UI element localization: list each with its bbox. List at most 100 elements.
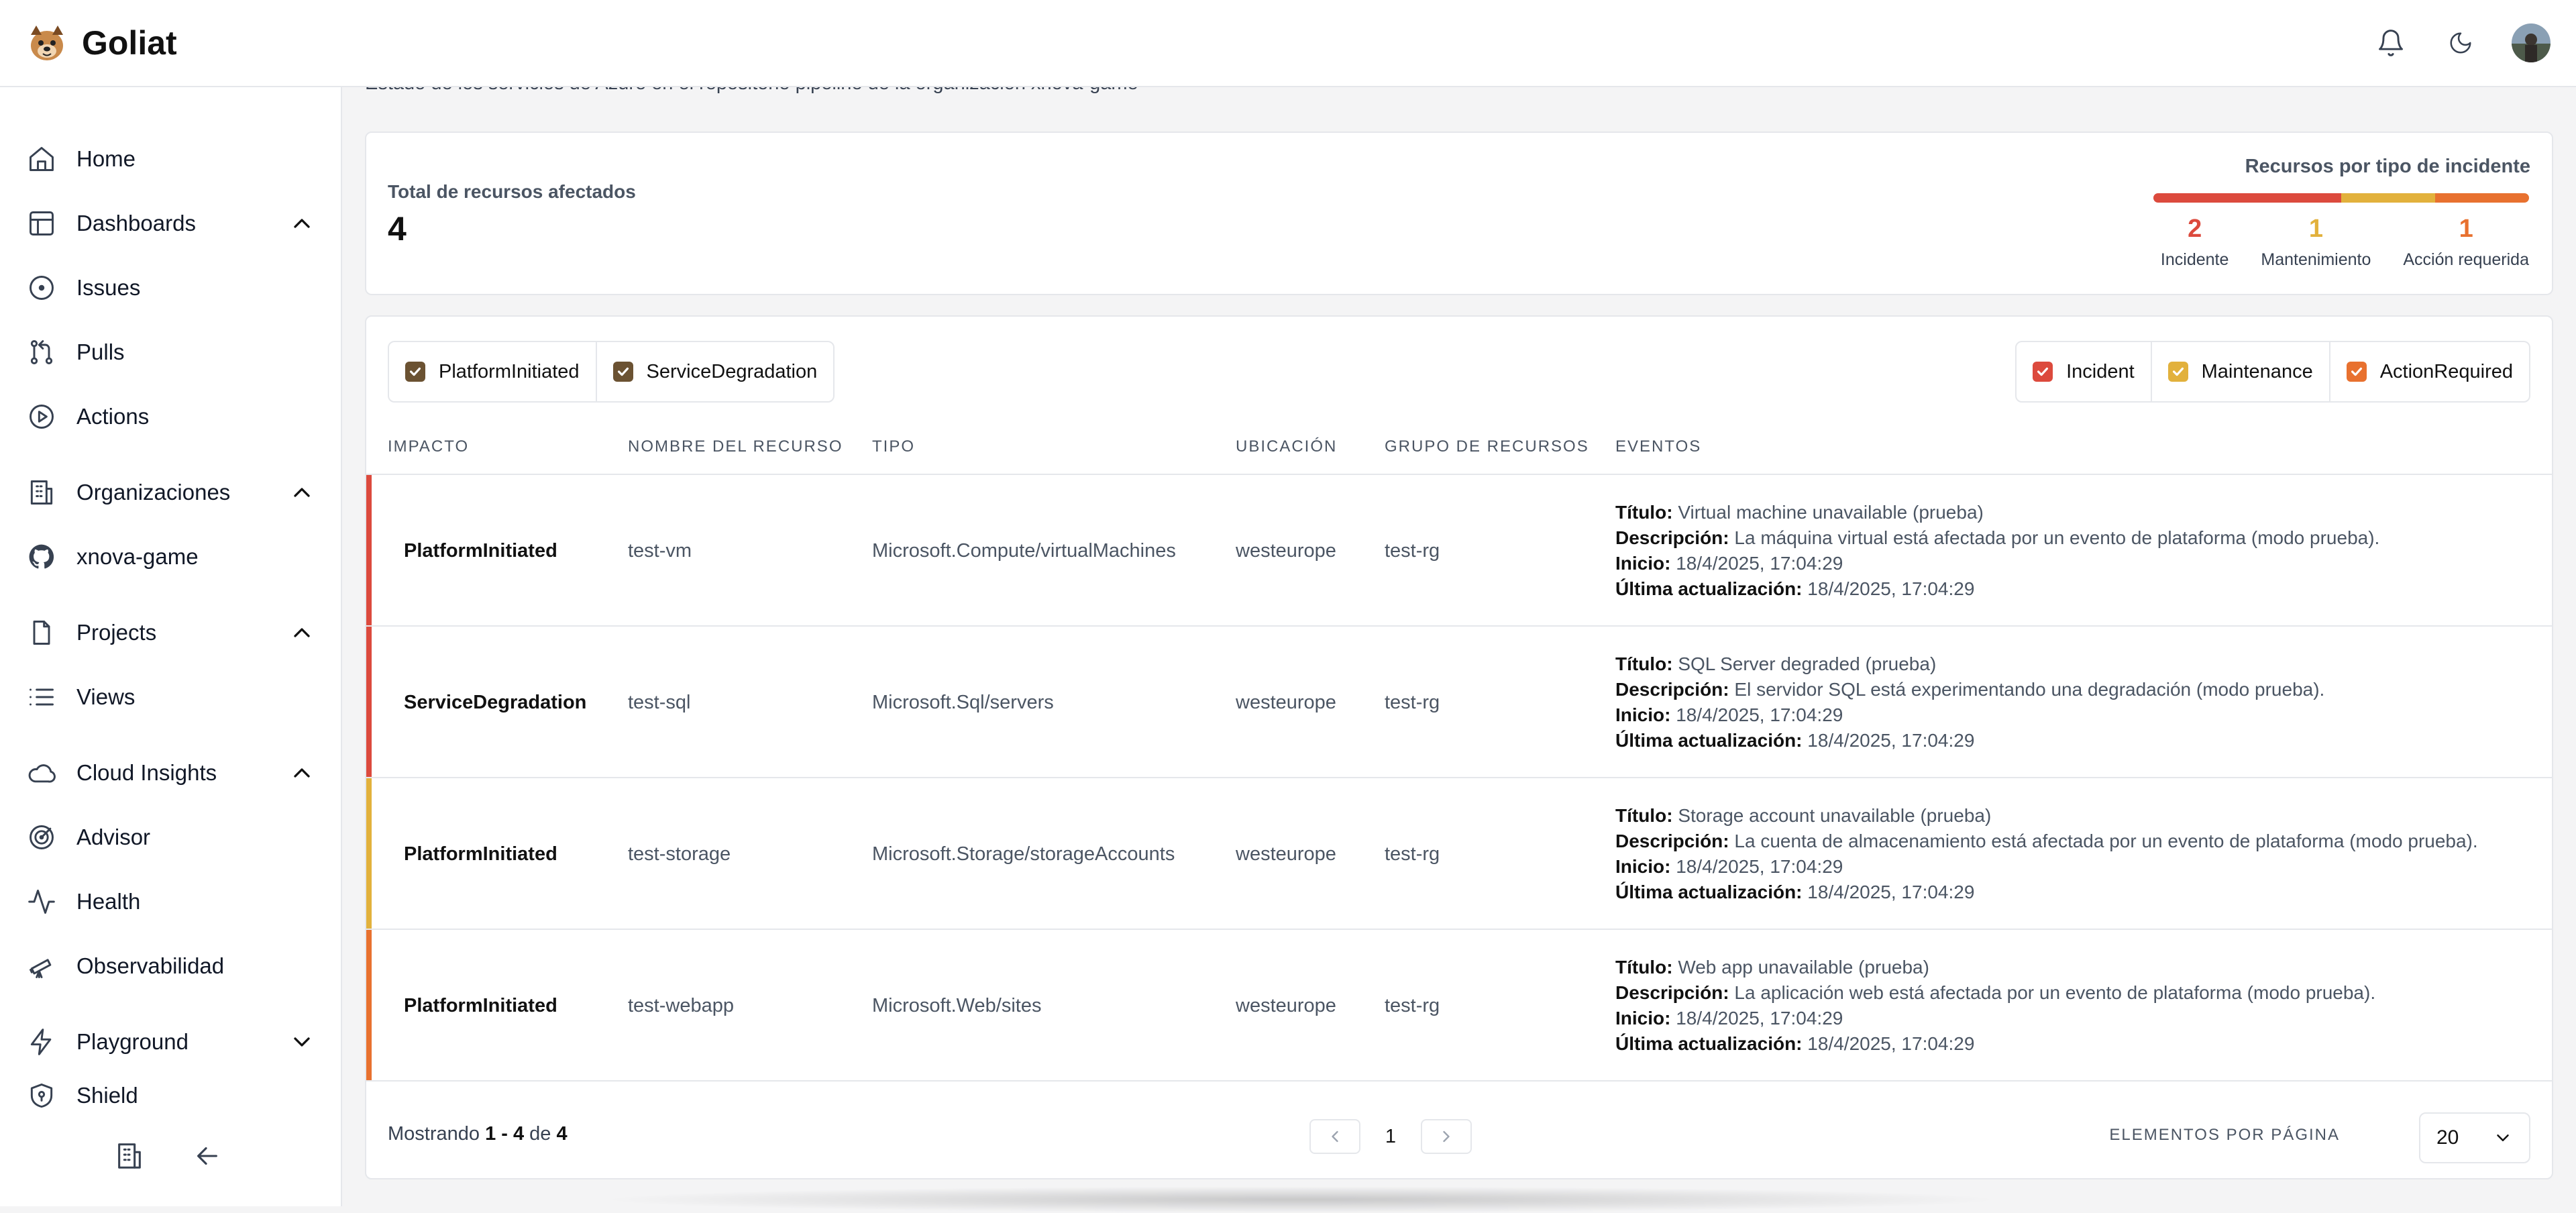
per-page-value: 20 bbox=[2436, 1126, 2459, 1149]
sidebar-item-cloud-insights[interactable]: Cloud Insights bbox=[27, 753, 315, 793]
chevron-up-icon[interactable] bbox=[288, 479, 315, 506]
checkbox[interactable] bbox=[612, 362, 633, 382]
event-title-label: Título: bbox=[1615, 805, 1673, 826]
sidebar-item-pulls[interactable]: Pulls bbox=[27, 332, 315, 372]
sidebar-item-label: Observabilidad bbox=[76, 953, 225, 978]
sidebar-item-playground[interactable]: Playground bbox=[27, 1022, 315, 1062]
table-row[interactable]: PlatformInitiated test-webapp Microsoft.We… bbox=[366, 930, 2552, 1082]
event-description-label: Descripción: bbox=[1615, 679, 1729, 700]
event-title-value: Web app unavailable (prueba) bbox=[1678, 957, 1929, 978]
incident-type-stacked-bar bbox=[2153, 193, 2529, 203]
event-start-label: Inicio: bbox=[1615, 553, 1671, 574]
filter-service-degradation[interactable]: ServiceDegradation bbox=[597, 342, 834, 401]
sidebar-item-home[interactable]: Home bbox=[27, 139, 315, 179]
organization-switch-icon[interactable] bbox=[114, 1141, 145, 1171]
sidebar-footer bbox=[114, 1141, 223, 1171]
current-page[interactable]: 1 bbox=[1381, 1126, 1401, 1148]
chevron-up-icon[interactable] bbox=[288, 210, 315, 237]
event-last-update-label: Última actualización: bbox=[1615, 730, 1803, 751]
next-page-button[interactable] bbox=[1421, 1119, 1472, 1154]
column-header-resource-name[interactable]: Nombre del recurso bbox=[628, 419, 843, 475]
event-last-update-label: Última actualización: bbox=[1615, 1033, 1803, 1054]
filter-maintenance[interactable]: Maintenance bbox=[2152, 342, 2330, 401]
check-icon bbox=[617, 367, 629, 376]
sidebar-item-issues[interactable]: Issues bbox=[27, 268, 315, 308]
sidebar-item-dashboards[interactable]: Dashboards bbox=[27, 203, 315, 244]
table-row[interactable]: PlatformInitiated test-storage Microsoft.S… bbox=[366, 778, 2552, 930]
play-icon bbox=[30, 405, 54, 429]
cell-type: Microsoft.Sql/servers bbox=[872, 691, 1054, 713]
column-header-location[interactable]: Ubicación bbox=[1236, 419, 1337, 475]
event-start: Inicio: 18/4/2025, 17:04:29 bbox=[1615, 1008, 2375, 1029]
previous-page-button[interactable] bbox=[1309, 1119, 1360, 1154]
pull-request-icon bbox=[30, 340, 53, 364]
app-title: Goliat bbox=[82, 24, 177, 62]
cell-resource-name: test-sql bbox=[628, 691, 691, 713]
table-row[interactable]: ServiceDegradation test-sql Microsoft.Sql/… bbox=[366, 627, 2552, 778]
event-start: Inicio: 18/4/2025, 17:04:29 bbox=[1615, 704, 2324, 726]
column-header-events[interactable]: Eventos bbox=[1615, 419, 1701, 475]
event-description-label: Descripción: bbox=[1615, 831, 1729, 851]
checkbox[interactable] bbox=[2167, 362, 2188, 382]
cell-resource-name: test-vm bbox=[628, 539, 692, 562]
main-content: Estado de los servicios de Azure en el r… bbox=[342, 72, 2576, 1213]
chevron-right-icon bbox=[1443, 1130, 1450, 1143]
checkbox[interactable] bbox=[2346, 362, 2367, 382]
collapse-sidebar-arrow-icon[interactable] bbox=[192, 1141, 223, 1171]
cell-impact: PlatformInitiated bbox=[404, 843, 557, 865]
user-avatar[interactable] bbox=[2512, 23, 2551, 62]
sidebar-item-shield[interactable]: Shield bbox=[27, 1075, 315, 1116]
column-header-resource-group[interactable]: Grupo de recursos bbox=[1385, 419, 1589, 475]
avatar-image-icon bbox=[2512, 23, 2551, 62]
chevron-up-icon[interactable] bbox=[288, 759, 315, 786]
chevron-up-icon[interactable] bbox=[288, 619, 315, 646]
activity-icon bbox=[28, 890, 55, 914]
cloud-icon bbox=[28, 764, 56, 783]
table-row[interactable]: PlatformInitiated test-vm Microsoft.Comput… bbox=[366, 475, 2552, 627]
event-start: Inicio: 18/4/2025, 17:04:29 bbox=[1615, 856, 2478, 878]
sidebar-item-advisor[interactable]: Advisor bbox=[27, 817, 315, 857]
sidebar-item-organizaciones[interactable]: Organizaciones bbox=[27, 472, 315, 513]
chevron-down-icon[interactable] bbox=[288, 1029, 315, 1055]
sidebar-item-projects[interactable]: Projects bbox=[27, 613, 315, 653]
event-last-update: Última actualización: 18/4/2025, 17:04:2… bbox=[1615, 730, 2324, 751]
sidebar-item-label: Organizaciones bbox=[76, 480, 231, 505]
sidebar-item-label: Dashboards bbox=[76, 211, 196, 235]
event-start-label: Inicio: bbox=[1615, 1008, 1671, 1029]
event-title-value: Virtual machine unavailable (prueba) bbox=[1678, 502, 1984, 523]
app-logo[interactable]: Goliat bbox=[25, 21, 177, 64]
theme-toggle-button[interactable] bbox=[2442, 24, 2479, 62]
sidebar-item-label: Cloud Insights bbox=[76, 760, 217, 785]
sidebar-item-actions[interactable]: Actions bbox=[27, 397, 315, 437]
sidebar-item-label: xnova-game bbox=[76, 544, 199, 569]
github-icon bbox=[29, 544, 54, 569]
column-header-impact[interactable]: Impacto bbox=[388, 419, 469, 475]
event-description-value: La cuenta de almacenamiento está afectad… bbox=[1734, 831, 2478, 851]
filter-platform-initiated[interactable]: PlatformInitiated bbox=[389, 342, 597, 401]
event-title-label: Título: bbox=[1615, 502, 1673, 523]
sidebar-item-health[interactable]: Health bbox=[27, 882, 315, 922]
sidebar-item-xnova-game[interactable]: xnova-game bbox=[27, 537, 315, 577]
cell-resource-group: test-rg bbox=[1385, 994, 1440, 1016]
check-icon bbox=[2351, 367, 2362, 376]
cell-location: westeurope bbox=[1236, 539, 1336, 562]
event-title-value: SQL Server degraded (prueba) bbox=[1678, 653, 1937, 674]
checkbox[interactable] bbox=[405, 362, 425, 382]
showing-summary: Mostrando 1 - 4 de 4 bbox=[388, 1123, 568, 1145]
list-icon bbox=[30, 688, 54, 706]
impact-filter-group: PlatformInitiated ServiceDegradation bbox=[388, 341, 835, 403]
chevron-down-icon bbox=[2497, 1135, 2509, 1141]
shield-icon bbox=[30, 1084, 53, 1108]
event-description-label: Descripción: bbox=[1615, 527, 1729, 548]
sidebar-item-observabilidad[interactable]: Observabilidad bbox=[27, 946, 315, 986]
notifications-button[interactable] bbox=[2372, 24, 2410, 62]
filter-incident[interactable]: Incident bbox=[2017, 342, 2152, 401]
sidebar-item-views[interactable]: Views bbox=[27, 677, 315, 717]
per-page-select[interactable]: 20 bbox=[2419, 1112, 2530, 1163]
cell-resource-group: test-rg bbox=[1385, 691, 1440, 713]
event-description: Descripción: La cuenta de almacenamiento… bbox=[1615, 831, 2478, 852]
filter-action-required[interactable]: ActionRequired bbox=[2330, 342, 2529, 401]
column-header-type[interactable]: Tipo bbox=[872, 419, 915, 475]
filter-label: ActionRequired bbox=[2379, 360, 2513, 382]
checkbox[interactable] bbox=[2033, 362, 2053, 382]
